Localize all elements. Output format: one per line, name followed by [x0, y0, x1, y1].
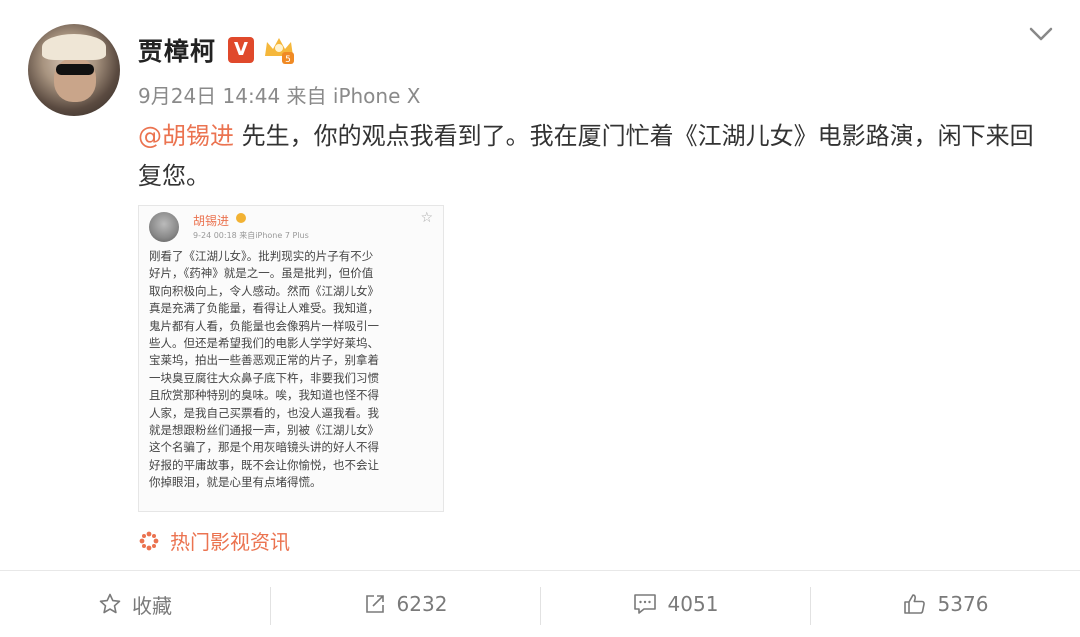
like-count: 5376: [937, 592, 989, 616]
crown-level-icon: 5: [265, 38, 294, 65]
share-icon: [365, 595, 384, 613]
embed-line: 真是充满了负能量，看得让人难受。我知道，: [149, 301, 379, 316]
embed-meta: 9-24 00:18 来自iPhone 7 Plus: [193, 231, 309, 240]
post-body: 先生，你的观点我看到了。我在厦门忙着《江湖儿女》电影路演，闲下来回复您。: [138, 122, 1034, 190]
comment-count: 4051: [667, 592, 719, 616]
embed-line: 取向积极向上，令人感动。然而《江湖儿女》: [149, 283, 379, 298]
avatar-hat: [42, 34, 106, 60]
favorite-button[interactable]: 收藏: [0, 571, 270, 637]
star-icon: [99, 593, 121, 614]
embed-line: 且欣赏那种特别的臭味。唉，我知道也怪不得: [149, 388, 379, 403]
repost-button[interactable]: 6232: [270, 571, 540, 637]
like-button[interactable]: 5376: [810, 571, 1080, 637]
action-bar: 收藏 6232 4051 5376: [0, 570, 1080, 637]
embed-avatar: [149, 212, 179, 242]
embed-line: 宝莱坞，拍出一些善恶观正常的片子，别拿着: [149, 353, 379, 368]
source-link[interactable]: 热门影视资讯: [138, 526, 290, 555]
post-text: @胡锡进 先生，你的观点我看到了。我在厦门忙着《江湖儿女》电影路演，闲下来回复您…: [138, 116, 1052, 196]
embed-username: 胡锡进: [193, 214, 230, 228]
embed-text: 刚看了《江湖儿女》。批判现实的片子有不少 好片，《药神》就是之一。虽是批判，但价…: [149, 248, 437, 492]
embed-line: 就是想跟粉丝们通报一声，别被《江湖儿女》: [149, 423, 379, 438]
embed-crown-icon: [236, 213, 246, 223]
username[interactable]: 贾樟柯: [138, 32, 216, 68]
favorite-label: 收藏: [132, 593, 172, 618]
embed-line: 这个名骗了，那是个用灰暗镜头讲的好人不得: [149, 440, 379, 455]
verified-badge-icon: V: [228, 37, 254, 63]
embed-line: 些人。但还是希望我们的电影人学学好莱坞、: [149, 336, 379, 351]
repost-count: 6232: [396, 592, 448, 616]
star-icon: ☆: [420, 210, 433, 226]
mention-link[interactable]: @胡锡进: [138, 122, 234, 150]
embed-line: 一块臭豆腐往大众鼻子底下杵，非要我们习惯: [149, 370, 379, 385]
embedded-screenshot[interactable]: 胡锡进 9-24 00:18 来自iPhone 7 Plus ☆ 刚看了《江湖儿…: [138, 205, 444, 512]
embed-line: 好片，《药神》就是之一。虽是批判，但价值: [149, 266, 374, 281]
weibo-post: 贾樟柯 V 5 9月24日 14:44 来自 iPhone X @胡锡进 先生，…: [0, 0, 1080, 570]
svg-text:5: 5: [285, 55, 291, 65]
topic-flower-icon: [139, 531, 159, 550]
comment-icon: [633, 594, 656, 614]
embed-line: 鬼片都有人看，负能量也会像鸦片一样吸引一: [149, 318, 379, 333]
source-label: 热门影视资讯: [170, 530, 290, 554]
embed-line: 刚看了《江湖儿女》。批判现实的片子有不少: [149, 249, 374, 263]
embed-line: 人家，是我自己买票看的，也没人逼我看。我: [149, 405, 379, 420]
avatar[interactable]: [28, 24, 120, 116]
embed-line: 好报的平庸故事，既不会让你愉悦，也不会让: [149, 457, 379, 472]
embed-line: 你掉眼泪，就是心里有点堵得慌。: [149, 475, 322, 490]
avatar-glasses: [56, 64, 94, 75]
chevron-down-icon[interactable]: [1026, 22, 1056, 46]
post-meta: 9月24日 14:44 来自 iPhone X: [138, 84, 421, 108]
comment-button[interactable]: 4051: [540, 571, 810, 637]
thumbs-up-icon: [903, 594, 925, 614]
